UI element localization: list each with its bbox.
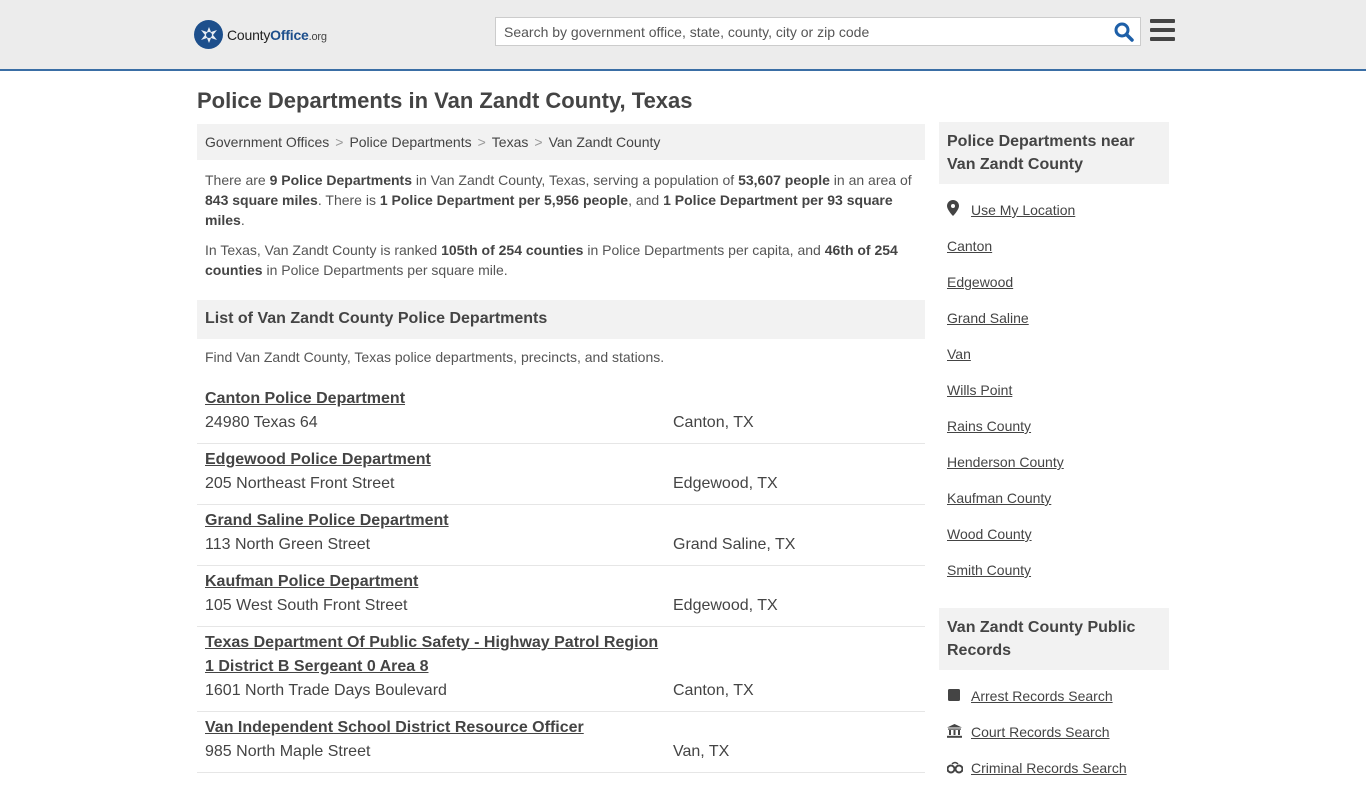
map-marker-icon bbox=[947, 193, 971, 229]
logo-suffix: .org bbox=[308, 30, 327, 43]
page-title: Police Departments in Van Zandt County, … bbox=[197, 88, 693, 113]
search-input[interactable] bbox=[496, 18, 1106, 45]
department-list: Canton Police Department 24980 Texas 64 C… bbox=[197, 383, 925, 773]
department-address: 24980 Texas 64 bbox=[205, 414, 318, 431]
summary: There are 9 Police Departments in Van Za… bbox=[205, 170, 917, 290]
department-link[interactable]: Kaufman Police Department bbox=[205, 570, 665, 594]
list-item: Canton Police Department 24980 Texas 64 C… bbox=[197, 383, 925, 444]
department-city: Edgewood, TX bbox=[673, 475, 778, 492]
list-item: Van Independent School District Resource… bbox=[197, 712, 925, 773]
logo-text: CountyOffice.org bbox=[227, 27, 327, 43]
search-box bbox=[495, 17, 1141, 46]
summary-paragraph-ranking: In Texas, Van Zandt County is ranked 105… bbox=[205, 242, 898, 278]
court-records-link[interactable]: Court Records Search bbox=[947, 714, 1161, 750]
department-link[interactable]: Canton Police Department bbox=[205, 387, 665, 411]
list-item: Texas Department Of Public Safety - High… bbox=[197, 627, 925, 712]
list-item: Kaufman Police Department 105 West South… bbox=[197, 566, 925, 627]
list-intro: Find Van Zandt County, Texas police depa… bbox=[205, 349, 665, 365]
list-item: Edgewood Police Department 205 Northeast… bbox=[197, 444, 925, 505]
department-link[interactable]: Texas Department Of Public Safety - High… bbox=[205, 631, 665, 679]
department-link[interactable]: Van Independent School District Resource… bbox=[205, 716, 665, 740]
department-address: 205 Northeast Front Street bbox=[205, 475, 395, 492]
department-city: Van, TX bbox=[673, 743, 730, 760]
department-city: Grand Saline, TX bbox=[673, 536, 796, 553]
breadcrumb-item-texas[interactable]: Texas bbox=[492, 134, 529, 150]
department-address: 1601 North Trade Days Boulevard bbox=[205, 682, 447, 699]
breadcrumb-item-police-departments[interactable]: Police Departments bbox=[349, 134, 471, 150]
sidebar-records: Van Zandt County Public Records Arrest R… bbox=[939, 608, 1169, 786]
sidebar-nearby: Police Departments near Van Zandt County… bbox=[939, 122, 1169, 588]
department-address: 113 North Green Street bbox=[205, 536, 371, 553]
sidebar-nearby-link[interactable]: Wills Point bbox=[947, 372, 1161, 408]
sidebar-records-heading: Van Zandt County Public Records bbox=[939, 608, 1169, 670]
top-bar: CountyOffice.org bbox=[0, 0, 1366, 71]
breadcrumb-separator: > bbox=[534, 134, 543, 150]
sidebar-nearby-link[interactable]: Kaufman County bbox=[947, 480, 1161, 516]
breadcrumb-item-government-offices[interactable]: Government Offices bbox=[205, 134, 329, 150]
use-my-location-link[interactable]: Use My Location bbox=[947, 192, 1161, 228]
site-logo[interactable]: CountyOffice.org bbox=[194, 20, 327, 49]
department-link[interactable]: Edgewood Police Department bbox=[205, 448, 665, 472]
logo-county: County bbox=[227, 26, 271, 43]
breadcrumb-separator: > bbox=[477, 134, 486, 150]
department-address: 985 North Maple Street bbox=[205, 743, 371, 760]
breadcrumb: Government Offices > Police Departments > Te… bbox=[197, 124, 925, 160]
sidebar-nearby-link[interactable]: Canton bbox=[947, 228, 1161, 264]
department-link[interactable]: Grand Saline Police Department bbox=[205, 509, 665, 533]
logo-office: Office bbox=[270, 26, 309, 43]
search-icon[interactable] bbox=[1114, 22, 1134, 42]
breadcrumb-separator: > bbox=[335, 134, 344, 150]
sidebar-nearby-heading: Police Departments near Van Zandt County bbox=[939, 122, 1169, 184]
square-icon bbox=[947, 679, 971, 715]
handcuffs-icon bbox=[946, 751, 971, 787]
sidebar-nearby-link[interactable]: Wood County bbox=[947, 516, 1161, 552]
department-address: 105 West South Front Street bbox=[205, 597, 408, 614]
criminal-records-link[interactable]: Criminal Records Search bbox=[946, 750, 1161, 787]
department-city: Edgewood, TX bbox=[673, 597, 778, 614]
list-heading: List of Van Zandt County Police Departme… bbox=[197, 300, 925, 339]
sidebar-nearby-link[interactable]: Van bbox=[947, 336, 1161, 372]
sidebar-nearby-link[interactable]: Rains County bbox=[947, 408, 1161, 444]
sidebar-nearby-link[interactable]: Grand Saline bbox=[947, 300, 1161, 336]
hamburger-menu-icon[interactable] bbox=[1150, 19, 1175, 41]
sidebar-nearby-link[interactable]: Edgewood bbox=[947, 264, 1161, 300]
department-city: Canton, TX bbox=[673, 682, 754, 699]
sidebar-nearby-link[interactable]: Smith County bbox=[947, 552, 1161, 588]
list-item: Grand Saline Police Department 113 North… bbox=[197, 505, 925, 566]
breadcrumb-item-van-zandt-county[interactable]: Van Zandt County bbox=[549, 134, 661, 150]
arrest-records-link[interactable]: Arrest Records Search bbox=[947, 678, 1161, 714]
courthouse-icon bbox=[947, 715, 971, 751]
logo-emblem-icon bbox=[194, 20, 223, 49]
sidebar-nearby-link[interactable]: Henderson County bbox=[947, 444, 1161, 480]
summary-paragraph-counts: There are 9 Police Departments in Van Za… bbox=[205, 172, 912, 228]
department-city: Canton, TX bbox=[673, 414, 754, 431]
